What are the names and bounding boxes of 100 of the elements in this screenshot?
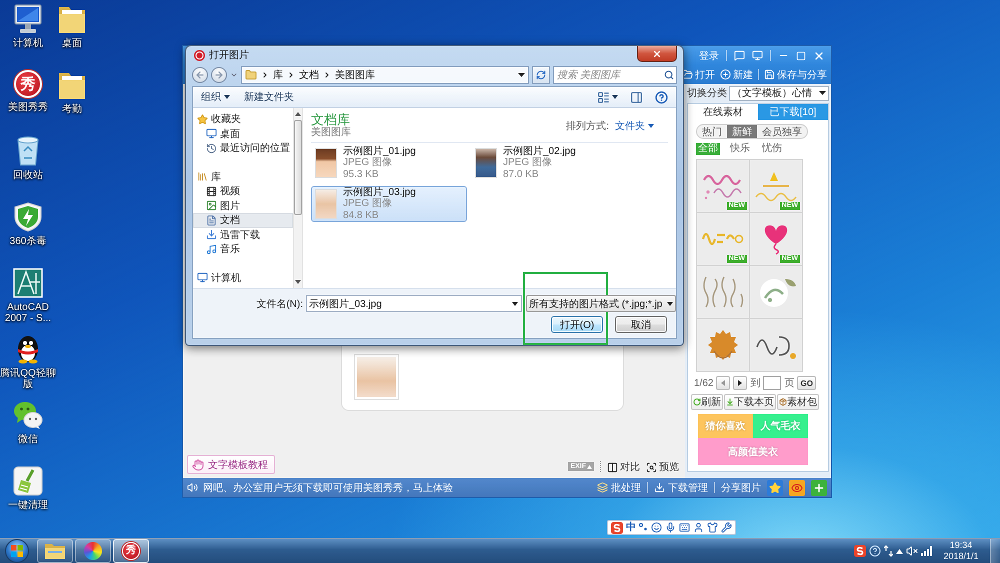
navigation-item[interactable]: 收藏夹: [193, 112, 293, 126]
compare-button[interactable]: 对比: [607, 460, 640, 474]
shortcut-label[interactable]: 回收站: [13, 170, 43, 181]
breadcrumb-item[interactable]: 美图图库: [335, 68, 375, 82]
search-field[interactable]: 搜索 美图图库: [553, 66, 677, 84]
chat-icon[interactable]: [734, 50, 745, 61]
mood-tab[interactable]: 快乐: [728, 143, 752, 155]
eye-icon[interactable]: [789, 480, 805, 496]
cancel-button[interactable]: 取消: [615, 316, 667, 333]
breadcrumb-item[interactable]: 文档: [299, 68, 319, 82]
scrollbar-thumb[interactable]: [294, 120, 302, 215]
package-button[interactable]: 素材包: [777, 394, 819, 410]
filter-tab[interactable]: 新鲜: [727, 125, 757, 138]
template-thumbnail[interactable]: [750, 266, 802, 318]
arrange-dropdown[interactable]: 文件夹: [615, 118, 654, 132]
shortcut-label[interactable]: 考勤: [62, 104, 82, 115]
logo-icon[interactable]: [611, 522, 623, 534]
maximize-icon[interactable]: [796, 50, 806, 60]
star-icon[interactable]: [767, 480, 783, 496]
download-button[interactable]: 下载本页: [724, 394, 776, 410]
file-item[interactable]: 示例图片_03.jpg JPEG 图像 84.8 KB: [311, 186, 467, 222]
caret-icon[interactable]: [518, 73, 525, 77]
signal-bars-icon[interactable]: [921, 546, 932, 556]
input-mode-label[interactable]: 中: [626, 522, 636, 532]
shirt-icon[interactable]: [707, 522, 718, 533]
refresh-button[interactable]: 刷新: [691, 394, 723, 410]
share-button[interactable]: 分享图片: [721, 480, 761, 494]
help-icon[interactable]: [655, 90, 668, 104]
scrollbar[interactable]: [293, 108, 303, 288]
navigation-item[interactable]: 图片: [193, 198, 293, 213]
template-thumbnail[interactable]: [697, 266, 749, 318]
template-thumbnail[interactable]: [750, 319, 802, 371]
monitor-icon[interactable]: [752, 50, 763, 61]
shortcut-label[interactable]: AutoCAD 2007 - S...: [0, 302, 57, 324]
navigation-item[interactable]: 计算机: [193, 270, 293, 285]
close-icon[interactable]: [813, 50, 825, 62]
shortcut-label[interactable]: 计算机: [13, 38, 43, 49]
app-logo[interactable]: 秀: [14, 70, 42, 98]
file-item[interactable]: 示例图片_01.jpg JPEG 图像 95.3 KB: [311, 145, 467, 181]
navigation-item[interactable]: 库: [193, 170, 293, 184]
navigation-item[interactable]: 视频: [193, 184, 293, 198]
save-button[interactable]: 保存与分享: [764, 68, 827, 82]
brush-icon[interactable]: [13, 466, 43, 496]
muted-speaker-icon[interactable]: [906, 545, 918, 557]
taskbar-button[interactable]: 秀: [113, 539, 149, 563]
batch-button[interactable]: 批处理: [597, 480, 641, 494]
preview-button[interactable]: 预览: [646, 460, 679, 474]
forward-button[interactable]: [211, 67, 227, 83]
view-options-icon[interactable]: [597, 90, 610, 104]
next-page-button[interactable]: [733, 376, 748, 390]
shortcut-label[interactable]: 腾讯QQ轻聊版: [0, 368, 57, 390]
address-bar[interactable]: 库 文档 美图图库: [241, 66, 529, 84]
breadcrumb-item[interactable]: 库: [273, 68, 283, 82]
shortcut-label[interactable]: 微信: [18, 434, 38, 445]
user-icon[interactable]: [693, 522, 704, 533]
navigation-item[interactable]: 文档: [193, 213, 293, 228]
page-input[interactable]: [763, 376, 782, 390]
go-button[interactable]: GO: [797, 376, 816, 390]
start-button[interactable]: [5, 539, 29, 563]
download-button[interactable]: 下载管理: [654, 480, 708, 494]
folder-icon[interactable]: [57, 4, 87, 34]
filter-tab[interactable]: 热门: [697, 125, 727, 138]
clock-date[interactable]: 2018/1/1: [943, 551, 979, 562]
keyboard-icon[interactable]: [679, 522, 690, 533]
navigation-item[interactable]: 桌面: [193, 126, 293, 141]
folder-icon[interactable]: [57, 70, 87, 100]
new-button[interactable]: 新建: [720, 68, 753, 82]
category-dropdown[interactable]: （文字模板）心情: [729, 86, 829, 100]
open-button[interactable]: 打开(O): [551, 316, 603, 333]
show-desktop-button[interactable]: [990, 538, 1000, 563]
shield-icon[interactable]: [13, 202, 43, 232]
caret-icon[interactable]: [512, 302, 518, 306]
shortcut-label[interactable]: 美图秀秀: [8, 102, 48, 113]
file-item[interactable]: 示例图片_02.jpg JPEG 图像 87.0 KB: [471, 145, 627, 181]
caret-icon[interactable]: [612, 95, 618, 99]
navigation-item[interactable]: 最近访问的位置: [193, 141, 293, 156]
shortcut-label[interactable]: 一键清理: [8, 500, 48, 511]
file-type-dropdown[interactable]: 所有支持的图片格式 (*.jpg;*.jp: [526, 295, 676, 312]
filter-tab[interactable]: 会员独享: [757, 125, 807, 138]
punctuation-icon[interactable]: [639, 523, 648, 532]
triangle-down-icon[interactable]: [295, 280, 301, 284]
organize-menu[interactable]: 组织: [201, 90, 230, 104]
wrench-icon[interactable]: [721, 522, 732, 533]
chat-bubbles-icon[interactable]: [13, 400, 43, 430]
filename-field[interactable]: 示例图片_03.jpg: [306, 295, 522, 312]
navigation-item[interactable]: 迅雷下载: [193, 228, 293, 242]
taskbar-button[interactable]: [37, 539, 73, 563]
template-thumbnail[interactable]: [697, 319, 749, 371]
triangle-up-icon[interactable]: [896, 548, 903, 554]
clock-time[interactable]: 19:34: [950, 540, 972, 551]
refresh-button[interactable]: [532, 66, 550, 84]
tutorial-button[interactable]: 文字模板教程: [187, 455, 275, 474]
network-arrows-icon[interactable]: [884, 545, 893, 557]
triangle-up-icon[interactable]: [295, 112, 301, 116]
mood-tab[interactable]: 忧伤: [760, 143, 784, 155]
microphone-icon[interactable]: [665, 522, 676, 533]
new-folder-button[interactable]: 新建文件夹: [244, 90, 294, 104]
logo-icon[interactable]: [854, 545, 866, 557]
back-button[interactable]: [192, 67, 208, 83]
smiley-icon[interactable]: [651, 522, 662, 533]
